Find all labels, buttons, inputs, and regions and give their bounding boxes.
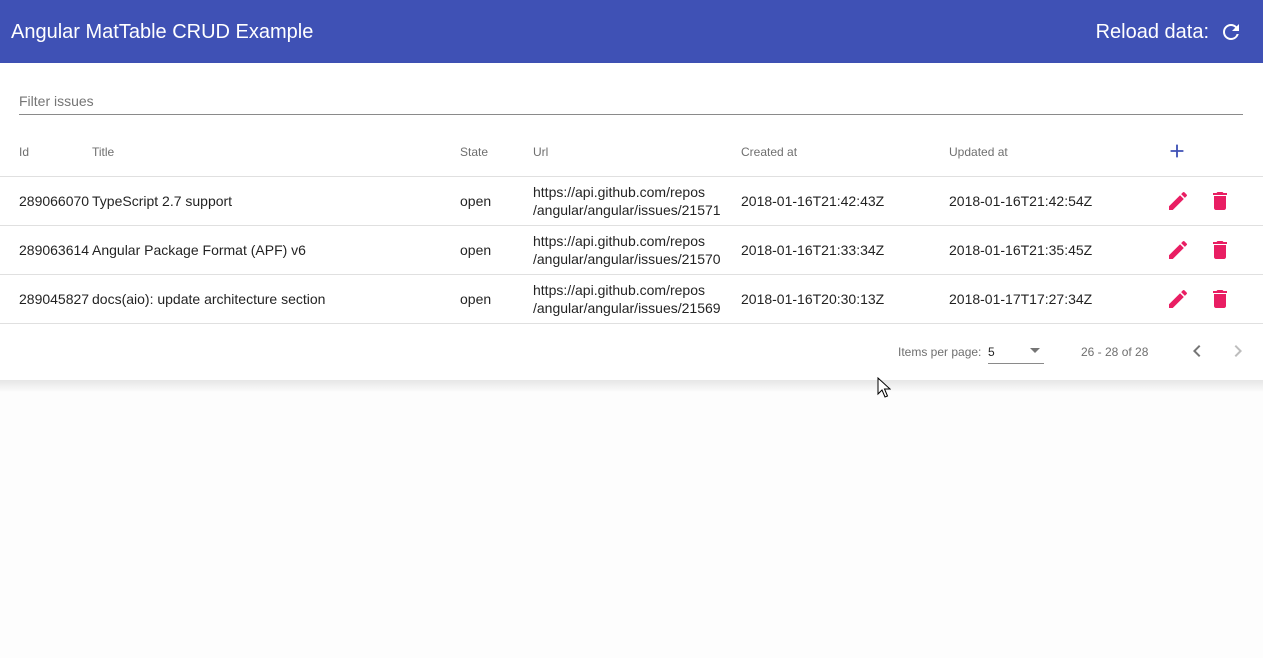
cell-title: Angular Package Format (APF) v6 — [92, 242, 306, 258]
cell-title: docs(aio): update architecture section — [92, 291, 326, 307]
cell-id: 289066070 — [19, 193, 90, 209]
cell-created-at: 2018-01-16T21:33:34Z — [741, 242, 885, 258]
header-created-at[interactable]: Created at — [741, 126, 797, 176]
header-title[interactable]: Title — [92, 126, 114, 176]
cell-id: 289063614 — [19, 242, 90, 258]
cell-url: https://api.github.com/repos /angular/an… — [533, 183, 721, 219]
reload-label: Reload data: — [1095, 21, 1209, 43]
cell-created-at: 2018-01-16T20:30:13Z — [741, 291, 885, 307]
delete-icon[interactable] — [1208, 238, 1232, 262]
issues-card: Id Title State Url Created at Updated at… — [0, 63, 1263, 380]
reload-data-control[interactable]: Reload data: — [1096, 18, 1243, 46]
header-state[interactable]: State — [460, 126, 488, 176]
table-header-row: Id Title State Url Created at Updated at — [0, 126, 1263, 177]
cell-id: 289045827 — [19, 291, 90, 307]
mouse-cursor-icon — [877, 376, 892, 399]
cell-updated-at: 2018-01-16T21:35:45Z — [949, 242, 1093, 258]
card-shadow — [0, 380, 1263, 392]
delete-icon[interactable] — [1208, 189, 1232, 213]
filter-input[interactable] — [19, 91, 1243, 111]
next-page-button[interactable] — [1226, 339, 1250, 363]
header-url[interactable]: Url — [533, 126, 548, 176]
cell-url-line2: /angular/angular/issues/21570 — [533, 251, 721, 267]
edit-icon[interactable] — [1166, 238, 1190, 262]
cell-updated-at: 2018-01-17T17:27:34Z — [949, 291, 1093, 307]
cell-url-line1: https://api.github.com/repos — [533, 184, 705, 200]
delete-icon[interactable] — [1208, 287, 1232, 311]
cell-url-line1: https://api.github.com/repos — [533, 282, 705, 298]
cell-state: open — [460, 291, 492, 307]
page-range-label: 26 - 28 of 28 — [1081, 345, 1149, 359]
cell-url: https://api.github.com/repos /angular/an… — [533, 232, 721, 268]
cell-url-line2: /angular/angular/issues/21569 — [533, 300, 721, 316]
header-updated-at[interactable]: Updated at — [949, 126, 1008, 176]
previous-page-button[interactable] — [1185, 339, 1209, 363]
cell-updated-at: 2018-01-16T21:42:54Z — [949, 193, 1093, 209]
chevron-left-icon — [1193, 345, 1201, 357]
app-title: Angular MatTable CRUD Example — [11, 21, 314, 43]
page-size-select[interactable]: 5 — [988, 343, 1044, 364]
edit-icon[interactable] — [1166, 189, 1190, 213]
app-toolbar: Angular MatTable CRUD Example Reload dat… — [0, 0, 1263, 63]
cell-state: open — [460, 242, 492, 258]
filter-field[interactable] — [19, 91, 1243, 115]
cell-url: https://api.github.com/repos /angular/an… — [533, 281, 721, 317]
chevron-right-icon — [1234, 345, 1242, 357]
paginator: Items per page: 5 26 - 28 of 28 — [0, 323, 1263, 379]
table-row: 289063614 Angular Package Format (APF) v… — [0, 226, 1263, 275]
dropdown-arrow-icon — [1030, 348, 1040, 353]
cell-state: open — [460, 193, 492, 209]
page-size-value: 5 — [988, 345, 995, 359]
add-icon[interactable] — [1166, 140, 1188, 162]
table-row: 289066070 TypeScript 2.7 support open ht… — [0, 177, 1263, 226]
items-per-page-label: Items per page: — [898, 345, 982, 359]
table-row: 289045827 docs(aio): update architecture… — [0, 275, 1263, 324]
refresh-icon[interactable] — [1219, 20, 1243, 44]
cell-created-at: 2018-01-16T21:42:43Z — [741, 193, 885, 209]
edit-icon[interactable] — [1166, 287, 1190, 311]
cell-url-line2: /angular/angular/issues/21571 — [533, 202, 721, 218]
cell-url-line1: https://api.github.com/repos — [533, 233, 705, 249]
header-id[interactable]: Id — [19, 126, 29, 176]
cell-title: TypeScript 2.7 support — [92, 193, 233, 209]
